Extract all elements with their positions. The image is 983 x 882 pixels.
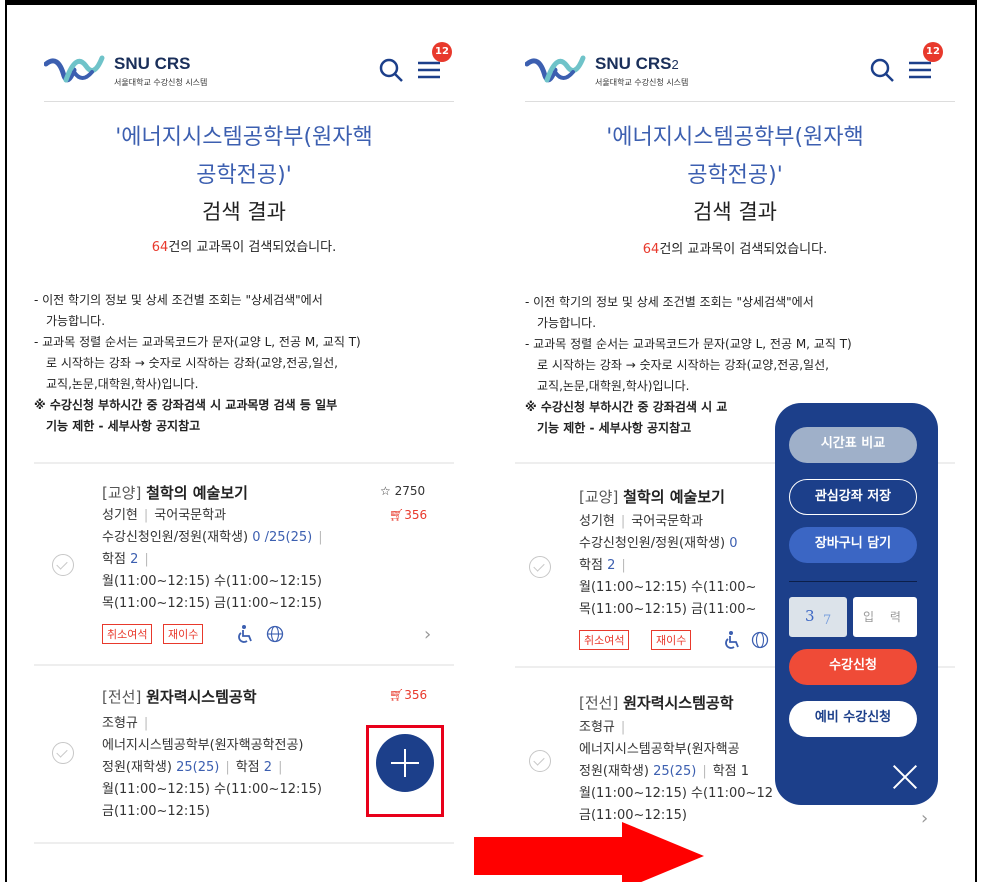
search-icon[interactable] [869,57,895,83]
tag-retake: 재이수 [651,630,692,650]
notification-badge: 12 [432,42,452,62]
frame-left-border [5,0,7,882]
course-prof: 조형규 | [102,716,149,731]
chevron-right-icon[interactable]: › [424,624,431,645]
logo-title: SNU CRS [114,54,191,73]
select-check-icon[interactable] [52,742,74,764]
select-check-icon[interactable] [529,556,551,578]
select-check-icon[interactable] [529,750,551,772]
search-title-line2: 공학전공)' [687,163,783,188]
search-title-line1: '에너지시스템공학부(원자핵 [115,125,373,150]
course-prof: 조형규 | [579,720,626,735]
notification-badge: 12 [923,42,943,62]
logo-title: SNU CRS2 [595,54,679,73]
course-name: [전선] 원자력시스템공학 [579,694,734,712]
course-enroll: 수강신청인원/정원(재학생) 0 [579,536,738,551]
header: SNU CRS2 서울대학교 수강신청 시스템 12 [525,40,955,102]
course-prof-dept: 성기현 | 국어국문학과 [102,508,227,523]
popup-divider [789,581,917,582]
course-enroll: 수강신청인원/정원(재학생) 0 /25(25) | [102,530,323,545]
course-name: [교양] 철학의 예술보기 [579,488,725,506]
course-time-1: 월(11:00~12:15) 수(11:00~12:15) [102,574,322,589]
compare-timetable-button[interactable]: 시간표 비교 [789,427,917,463]
snu-logo-icon[interactable] [44,50,106,88]
captcha-image: 3 7 [789,597,847,637]
search-title-line1: '에너지시스템공학부(원자핵 [606,125,864,150]
snu-logo-icon[interactable] [525,50,587,88]
course-name: [교양] 철학의 예술보기 [102,484,248,502]
tag-retake: 재이수 [163,624,204,644]
cart-count: 🛒︎356 [389,508,428,522]
select-check-icon[interactable] [52,554,74,576]
chevron-right-icon[interactable]: › [921,808,928,829]
cart-count: 🛒︎356 [389,688,428,702]
course-quota: 정원(재학생) 25(25) | 학점 2 | [102,760,283,775]
result-count: 64건의 교과목이 검색되었습니다. [642,242,828,257]
course-name: [전선] 원자력시스템공학 [102,688,257,706]
red-arrow [474,837,624,875]
save-interest-button[interactable]: 관심강좌 저장 [789,479,917,515]
result-count: 64건의 교과목이 검색되었습니다. [151,240,337,255]
register-button[interactable]: 수강신청 [789,649,917,685]
globe-icon [266,625,284,643]
tag-cancel-seat: 취소여석 [102,624,153,644]
course-credit: 학점 2 | [579,558,626,573]
search-title-line2: 공학전공)' [196,163,292,188]
result-subtitle: 검색 결과 [693,200,777,224]
result-subtitle: 검색 결과 [202,200,286,224]
close-icon[interactable] [891,763,919,791]
tag-cancel-seat: 취소여석 [579,630,630,650]
logo-subtitle: 서울대학교 수강신청 시스템 [114,78,208,87]
course-time-2: 금(11:00~12:15) [102,804,210,819]
course-time-2: 목(11:00~12:15) 금(11:00~ [579,602,757,617]
course-quota: 정원(재학생) 25(25) | 학점 1 [579,764,750,779]
course-dept: 에너지시스템공학부(원자핵공 [579,742,740,757]
divider [34,842,454,844]
search-icon[interactable] [378,57,404,83]
course-time-1: 월(11:00~12:15) 수(11:00~ [579,580,757,595]
course-dept: 에너지시스템공학부(원자핵공학전공) [102,738,304,753]
course-credit: 학점 2 | [102,552,149,567]
frame-right-border [975,0,977,882]
course-prof-dept: 성기현 | 국어국문학과 [579,514,704,529]
action-popup-menu: 시간표 비교 관심강좌 저장 장바구니 담기 3 7 입 력 수강신청 예비 수… [775,403,938,805]
course-time-1: 월(11:00~12:15) 수(11:00~12:15) [102,782,322,797]
captcha-input[interactable]: 입 력 [853,597,917,637]
course-time-2: 목(11:00~12:15) 금(11:00~12:15) [102,596,322,611]
course-time-1: 월(11:00~12:15) 수(11:00~12 [579,786,773,801]
notice-text: - 이전 학기의 정보 및 상세 조건별 조회는 "상세검색"에서 가능합니다.… [34,293,361,433]
accessibility-icon [238,625,252,643]
pre-register-button[interactable]: 예비 수강신청 [789,701,917,737]
logo-subtitle: 서울대학교 수강신청 시스템 [595,78,689,87]
header: SNU CRS 서울대학교 수강신청 시스템 12 [44,40,454,102]
add-cart-button[interactable]: 장바구니 담기 [789,527,917,563]
highlight-box [366,725,444,817]
accessibility-icon [725,631,739,649]
globe-icon [751,631,769,649]
star-count[interactable]: ☆ 2750 [380,484,425,498]
red-arrow-head [622,822,704,882]
course-card[interactable]: [교양] 철학의 예술보기 ☆ 2750 🛒︎356 성기현 | 국어국문학과 수강… [34,464,454,654]
